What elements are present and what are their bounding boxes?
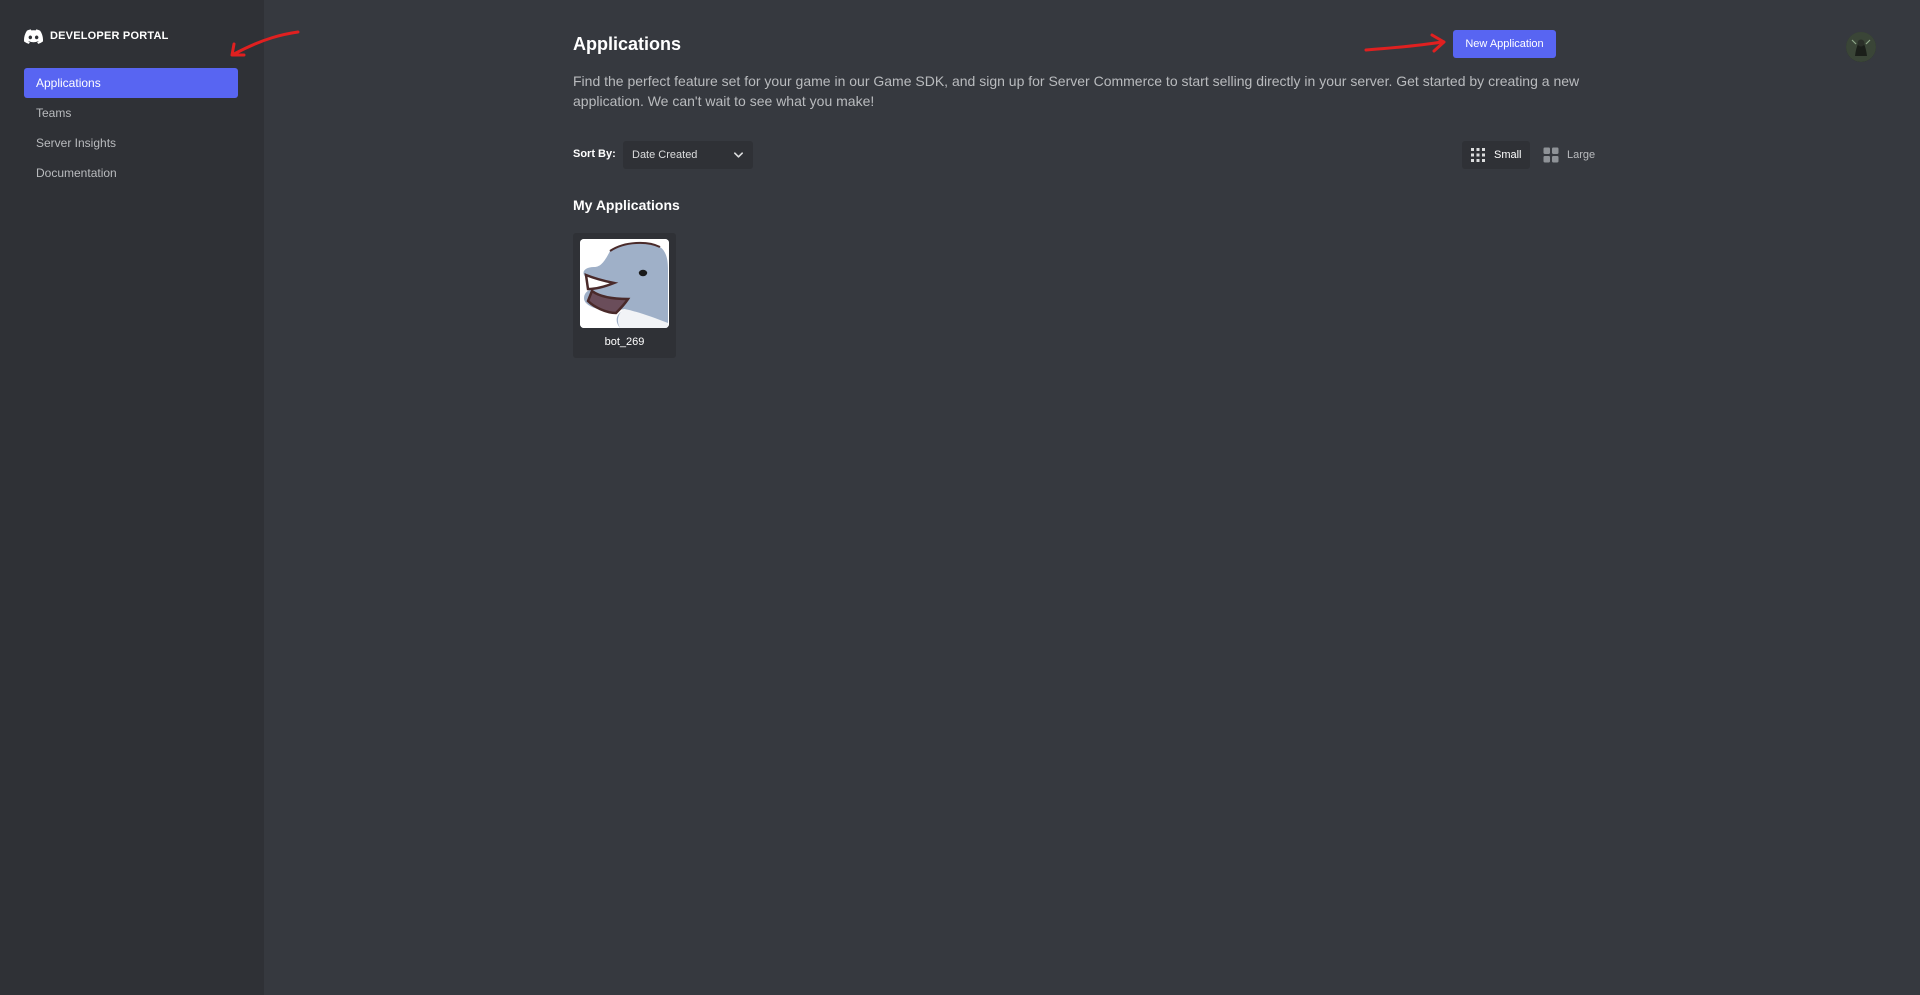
chevron-down-icon (734, 152, 743, 158)
view-small-toggle[interactable]: Small (1462, 141, 1530, 169)
user-avatar[interactable] (1846, 32, 1876, 62)
sidebar-item-server-insights[interactable]: Server Insights (24, 128, 238, 158)
view-small-label: Small (1494, 149, 1522, 161)
large-grid-icon (1543, 147, 1559, 163)
sort-label: Sort By: (573, 148, 616, 160)
sidebar-item-applications[interactable]: Applications (24, 68, 238, 98)
sidebar-nav: Applications Teams Server Insights Docum… (24, 68, 238, 188)
app-avatar (580, 239, 669, 328)
page-description: Find the perfect feature set for your ga… (573, 73, 1580, 109)
discord-logo-icon (24, 28, 43, 44)
sidebar-item-label: Teams (36, 106, 72, 120)
sidebar-item-label: Server Insights (36, 136, 117, 150)
annotation-arrow-sidebar (230, 30, 300, 57)
brand[interactable]: DEVELOPER PORTAL (24, 26, 169, 46)
brand-label: DEVELOPER PORTAL (50, 30, 169, 42)
sidebar-item-label: Documentation (36, 166, 117, 180)
dolphin-avatar-icon (580, 239, 669, 328)
annotation-arrow-new-application (1364, 33, 1446, 53)
page-title: Applications (573, 34, 682, 54)
sidebar-item-label: Applications (36, 76, 101, 90)
view-large-toggle[interactable]: Large (1535, 141, 1603, 169)
small-grid-icon (1471, 148, 1485, 162)
application-name: bot_269 (604, 336, 645, 348)
view-large-label: Large (1567, 149, 1596, 161)
sort-dropdown[interactable]: Date Created (623, 141, 753, 169)
sidebar: DEVELOPER PORTAL Applications Teams Serv… (0, 0, 264, 995)
sort-dropdown-value: Date Created (632, 149, 698, 161)
avatar-icon (1846, 32, 1876, 62)
sidebar-item-documentation[interactable]: Documentation (24, 158, 238, 188)
application-card[interactable]: bot_269 (573, 233, 676, 358)
section-title: My Applications (573, 197, 680, 213)
new-application-button[interactable]: New Application (1453, 30, 1556, 58)
sidebar-item-teams[interactable]: Teams (24, 98, 238, 128)
